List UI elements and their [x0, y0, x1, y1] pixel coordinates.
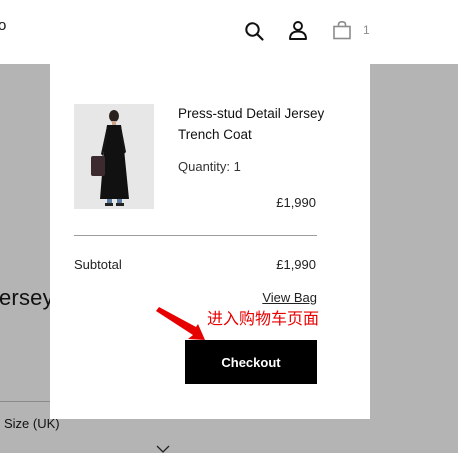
site-header: [0, 0, 458, 64]
bag-count: 1: [363, 23, 370, 37]
subtotal-label: Subtotal: [74, 257, 122, 272]
divider: [74, 235, 317, 236]
checkout-button[interactable]: Checkout: [185, 340, 317, 384]
arrow-icon: [156, 307, 205, 340]
account-icon[interactable]: [287, 19, 309, 41]
product-price: £1,990: [276, 195, 316, 210]
background-partial-text: o: [0, 17, 7, 34]
view-bag-link[interactable]: View Bag: [262, 290, 317, 305]
search-icon[interactable]: [243, 20, 265, 42]
bag-icon[interactable]: [331, 19, 353, 41]
background-product-title: ersey: [0, 285, 54, 310]
product-image[interactable]: [74, 104, 154, 209]
product-quantity: Quantity: 1: [178, 159, 241, 174]
chevron-down-icon: [156, 445, 170, 453]
product-photo-illustration: [74, 104, 154, 209]
background-divider: [0, 401, 50, 402]
annotation-label: 进入购物车页面: [207, 309, 320, 328]
product-name[interactable]: Press-stud Detail Jersey Trench Coat: [178, 103, 348, 145]
mini-bag-panel: Press-stud Detail Jersey Trench Coat Qua…: [50, 64, 370, 419]
subtotal-value: £1,990: [276, 257, 316, 272]
